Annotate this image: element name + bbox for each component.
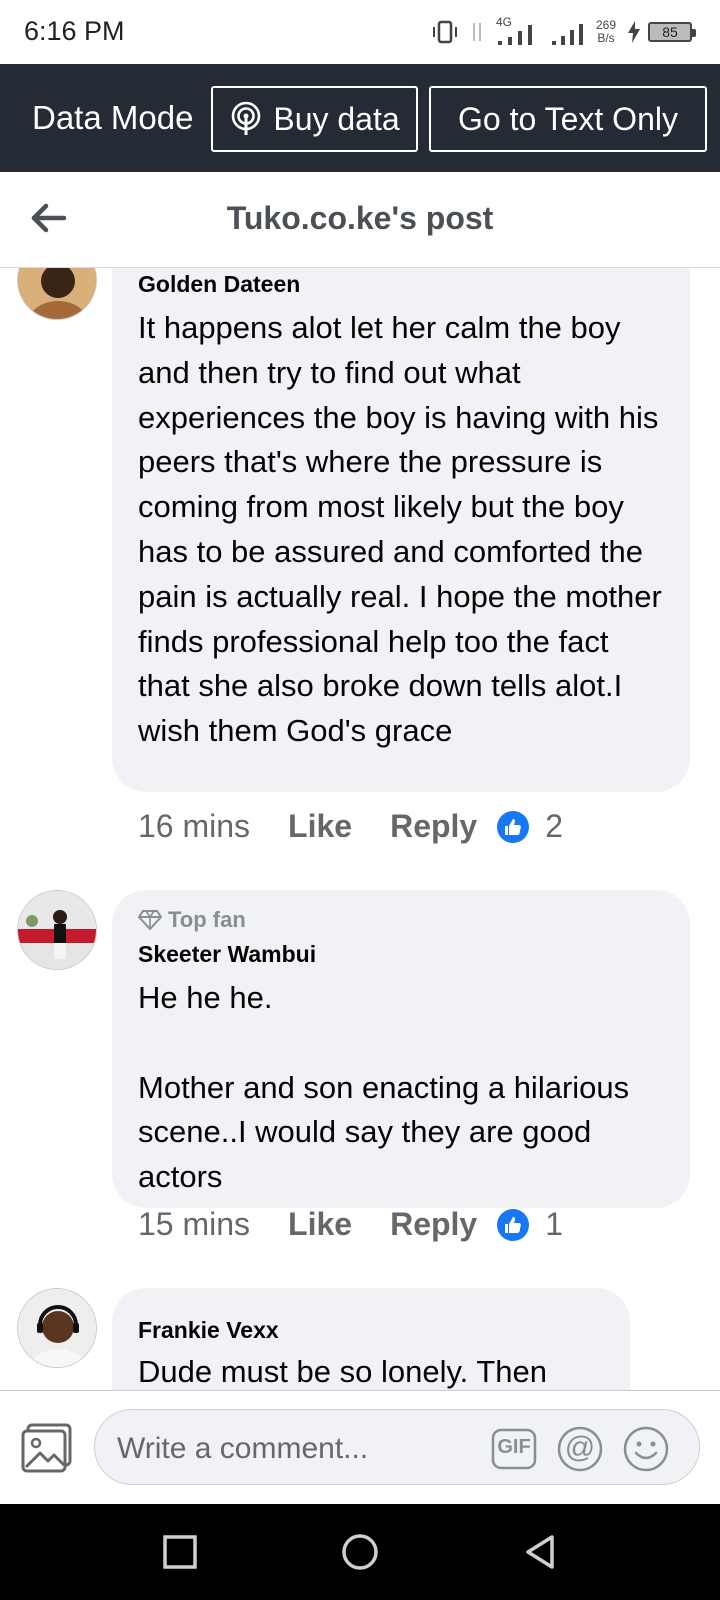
triangle-nav-icon[interactable] [520, 1532, 560, 1572]
comment-time[interactable]: 15 mins [138, 1206, 250, 1243]
comment-text: He he he. Mother and son enacting a hila… [138, 980, 630, 1195]
status-time: 6:16 PM [24, 16, 125, 46]
net-speed-unit: B/s [597, 31, 615, 45]
comment-composer: Write a comment... GIF @ [0, 1390, 720, 1504]
comment-author[interactable]: Skeeter Wambui [138, 940, 664, 968]
comment-text: It happens alot let her calm the boy and… [138, 310, 671, 749]
battery-level: 85 [662, 24, 678, 40]
signal-4g-icon: 4G [494, 15, 542, 47]
post-header: Tuko.co.ke's post [0, 172, 720, 268]
net-speed: 269 B/s [592, 19, 620, 45]
comment-input[interactable]: Write a comment... GIF @ [94, 1409, 700, 1485]
charging-icon [628, 21, 640, 43]
comment-text: Dude must be so lonely. Then [138, 1354, 547, 1389]
comment-bubble[interactable]: Golden Dateen It happens alot let her ca… [112, 268, 690, 792]
top-fan-badge: Top fan [138, 906, 664, 934]
like-button[interactable]: Like [288, 808, 352, 845]
hotspot-icon [232, 101, 261, 135]
circle-nav-icon[interactable] [340, 1532, 380, 1572]
vibrate-icon [433, 20, 457, 44]
comment-author[interactable]: Frankie Vexx [138, 1316, 604, 1344]
like-count[interactable]: 2 [545, 808, 563, 845]
top-fan-label: Top fan [168, 907, 246, 932]
thumbs-up-icon [497, 1208, 530, 1241]
page-title: Tuko.co.ke's post [226, 200, 494, 236]
mention-icon[interactable]: @ [557, 1426, 603, 1472]
signal-icon [552, 24, 583, 45]
system-nav-bar [0, 1504, 720, 1600]
data-transfer-icon [473, 23, 481, 41]
gif-icon[interactable]: GIF [491, 1426, 537, 1472]
emoji-icon[interactable] [623, 1426, 669, 1472]
photo-icon[interactable] [20, 1421, 74, 1475]
thumbs-up-icon [497, 810, 530, 843]
diamond-icon [138, 910, 162, 930]
data-mode-bar: Data Mode Buy data Go to Text Only [0, 64, 720, 172]
like-count[interactable]: 1 [545, 1206, 563, 1243]
buy-data-button[interactable]: Buy data [211, 86, 418, 152]
reply-button[interactable]: Reply [390, 1206, 477, 1243]
avatar[interactable] [17, 1288, 97, 1368]
battery-icon: 85 [648, 22, 696, 42]
gif-label: GIF [497, 1436, 531, 1458]
comment-time[interactable]: 16 mins [138, 808, 250, 845]
square-nav-icon[interactable] [160, 1532, 200, 1572]
avatar[interactable] [17, 890, 97, 970]
like-button[interactable]: Like [288, 1206, 352, 1243]
text-only-label: Go to Text Only [458, 100, 678, 137]
status-bar: 6:16 PM 4G 269 B/s 85 [0, 0, 720, 64]
reply-button[interactable]: Reply [390, 808, 477, 845]
buy-data-label: Buy data [273, 100, 400, 137]
mention-label: @ [564, 1431, 596, 1464]
comments-list[interactable]: Golden Dateen It happens alot let her ca… [0, 268, 720, 1390]
data-mode-label: Data Mode [32, 99, 194, 136]
avatar[interactable] [17, 268, 97, 320]
text-only-button[interactable]: Go to Text Only [429, 86, 707, 152]
comment-author[interactable]: Golden Dateen [138, 270, 664, 298]
status-icons: 4G 269 B/s 85 [430, 14, 696, 50]
comment-bubble[interactable]: Top fan Skeeter Wambui He he he. Mother … [112, 890, 690, 1208]
comment-actions: 15 mins Like Reply 1 [138, 1206, 563, 1243]
comment-bubble[interactable]: Frankie Vexx Dude must be so lonely. The… [112, 1288, 630, 1390]
comment-placeholder: Write a comment... [117, 1432, 369, 1465]
comment-actions: 16 mins Like Reply 2 [138, 808, 563, 845]
